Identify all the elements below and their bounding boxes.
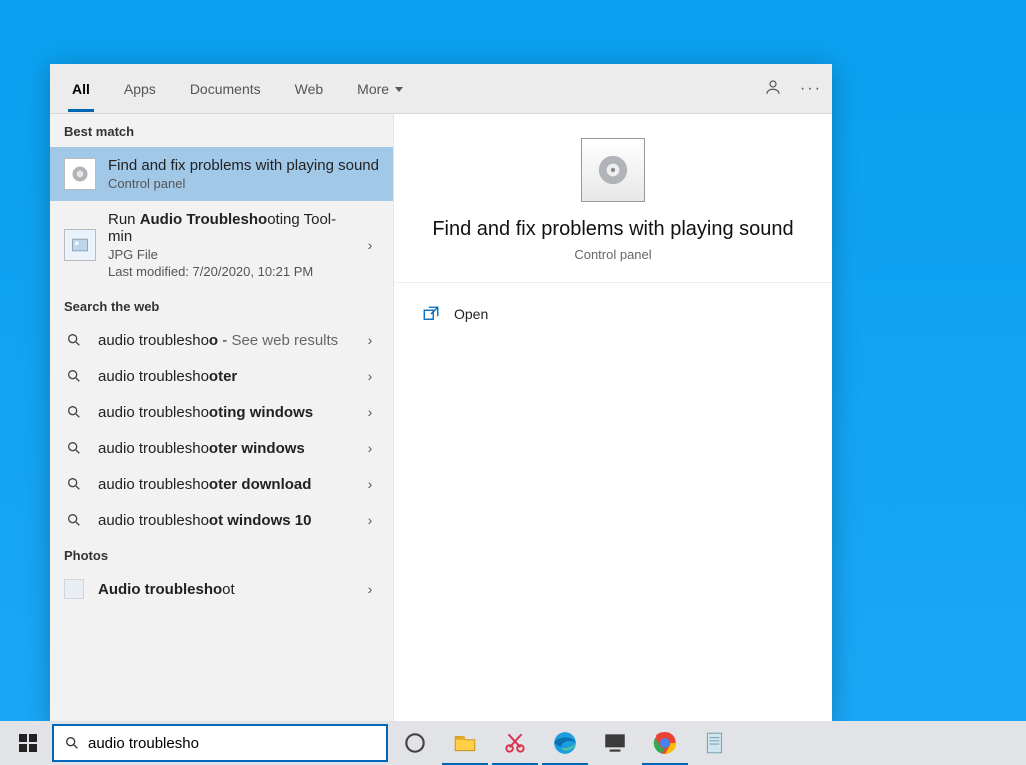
result-meta: Last modified: 7/20/2020, 10:21 PM bbox=[108, 264, 349, 279]
open-icon bbox=[422, 305, 440, 323]
chevron-right-icon: › bbox=[361, 476, 379, 492]
account-icon[interactable] bbox=[764, 78, 782, 99]
result-title: audio troubleshooting windows bbox=[98, 404, 347, 421]
more-options-icon[interactable]: ··· bbox=[800, 80, 822, 98]
tab-all[interactable]: All bbox=[62, 67, 100, 111]
tab-more[interactable]: More bbox=[347, 67, 413, 111]
task-view-button[interactable] bbox=[592, 721, 638, 765]
taskbar-search-input[interactable] bbox=[88, 735, 376, 752]
result-title: audio troubleshooter bbox=[98, 368, 347, 385]
search-tabs: All Apps Documents Web More ··· bbox=[50, 64, 832, 114]
tab-apps[interactable]: Apps bbox=[114, 67, 166, 111]
search-icon bbox=[64, 366, 84, 386]
web-result[interactable]: audio troubleshoot windows 10 › bbox=[50, 502, 393, 538]
search-icon bbox=[64, 510, 84, 530]
result-subtitle: Control panel bbox=[108, 176, 379, 191]
web-result[interactable]: audio troubleshooting windows › bbox=[50, 394, 393, 430]
tab-web[interactable]: Web bbox=[285, 67, 334, 111]
start-button[interactable] bbox=[8, 723, 48, 763]
file-explorer-button[interactable] bbox=[442, 721, 488, 765]
preview-pane: Find and fix problems with playing sound… bbox=[394, 114, 832, 724]
web-result[interactable]: audio troubleshooter windows › bbox=[50, 430, 393, 466]
preview-app-icon bbox=[581, 138, 645, 202]
search-icon bbox=[64, 474, 84, 494]
result-title: audio troubleshooter download bbox=[98, 476, 347, 493]
tab-documents[interactable]: Documents bbox=[180, 67, 271, 111]
chevron-right-icon: › bbox=[361, 440, 379, 456]
result-title: Find and fix problems with playing sound bbox=[108, 157, 379, 174]
notepad-button[interactable] bbox=[692, 721, 738, 765]
section-search-web: Search the web bbox=[50, 289, 393, 322]
preview-subtitle: Control panel bbox=[414, 247, 812, 262]
web-result[interactable]: audio troubleshooter download › bbox=[50, 466, 393, 502]
taskbar bbox=[0, 721, 1026, 765]
edge-browser-button[interactable] bbox=[542, 721, 588, 765]
search-icon bbox=[64, 330, 84, 350]
chevron-right-icon: › bbox=[361, 404, 379, 420]
chrome-browser-button[interactable] bbox=[642, 721, 688, 765]
chevron-right-icon: › bbox=[361, 581, 379, 597]
search-icon bbox=[64, 402, 84, 422]
result-file-item[interactable]: Run Audio Troubleshooting Tool-min JPG F… bbox=[50, 201, 393, 289]
result-title: audio troubleshoo - See web results bbox=[98, 332, 347, 349]
chevron-right-icon: › bbox=[361, 332, 379, 348]
search-icon bbox=[64, 735, 80, 751]
web-result[interactable]: audio troubleshoo - See web results › bbox=[50, 322, 393, 358]
result-title: audio troubleshoot windows 10 bbox=[98, 512, 347, 529]
result-title: Audio troubleshoot bbox=[98, 581, 347, 598]
snip-tool-button[interactable] bbox=[492, 721, 538, 765]
results-list: Best match Find and fix problems with pl… bbox=[50, 114, 394, 724]
chevron-right-icon: › bbox=[361, 512, 379, 528]
web-result[interactable]: audio troubleshooter › bbox=[50, 358, 393, 394]
search-icon bbox=[64, 438, 84, 458]
chevron-right-icon: › bbox=[361, 368, 379, 384]
windows-search-window: All Apps Documents Web More ··· Best mat… bbox=[50, 64, 832, 724]
section-photos: Photos bbox=[50, 538, 393, 571]
photo-result[interactable]: Audio troubleshoot › bbox=[50, 571, 393, 607]
result-title: audio troubleshooter windows bbox=[98, 440, 347, 457]
image-file-icon bbox=[64, 229, 96, 261]
result-title: Run Audio Troubleshooting Tool-min bbox=[108, 211, 349, 245]
cortana-button[interactable] bbox=[392, 721, 438, 765]
chevron-right-icon: › bbox=[361, 237, 379, 253]
preview-title: Find and fix problems with playing sound bbox=[414, 218, 812, 241]
taskbar-search-box[interactable] bbox=[52, 724, 388, 762]
windows-logo-icon bbox=[19, 734, 37, 752]
action-label: Open bbox=[454, 306, 488, 322]
section-best-match: Best match bbox=[50, 114, 393, 147]
sound-troubleshoot-icon bbox=[64, 158, 96, 190]
result-subtitle: JPG File bbox=[108, 247, 349, 262]
photo-thumb-icon bbox=[64, 579, 84, 599]
preview-action-open[interactable]: Open bbox=[394, 291, 832, 337]
result-best-match[interactable]: Find and fix problems with playing sound… bbox=[50, 147, 393, 201]
